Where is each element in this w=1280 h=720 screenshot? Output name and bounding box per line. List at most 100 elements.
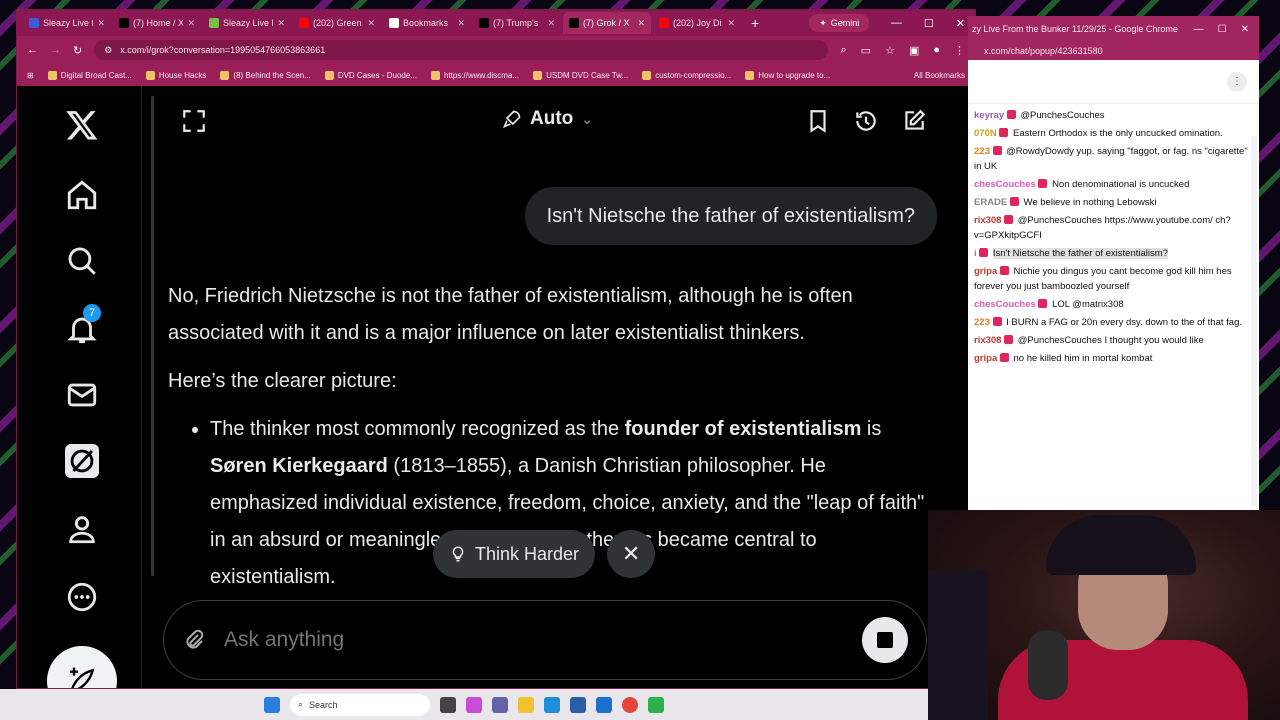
bookmark-icon[interactable] [805,108,831,134]
chat-username[interactable]: ERADE [974,197,1007,208]
main-browser-window: Sleazy Live f ✕ (7) Home / X ✕ Sleazy Live F… [16,9,976,689]
browser-tab[interactable]: Bookmarks ✕ [383,12,471,34]
address-bar-icons: ⌕ ▭ ☆ ▣ ● ⋮ [840,44,965,57]
chat-username[interactable]: gripa [974,353,997,364]
chat-username[interactable]: chesCouches [974,299,1036,310]
tab-close-icon[interactable]: ✕ [367,18,375,29]
task-view-icon[interactable] [440,696,456,713]
start-icon[interactable] [264,696,280,713]
chat-message: 223 I BURN a FAG or 20n every dsy. down … [974,315,1253,330]
chat-username[interactable]: keyray [974,110,1004,121]
chat-message: keyray @PunchesCouches [974,108,1253,123]
browser-tab[interactable]: (7) Grok / X ✕ [563,12,651,34]
browser-tab[interactable]: (202) Joy Di ✕ [653,12,741,34]
chat-maximize-button[interactable]: ☐ [1218,24,1227,35]
edge-icon[interactable] [544,696,560,713]
new-tab-button[interactable]: + [743,15,767,31]
chat-username[interactable]: chesCouches [974,179,1036,190]
chat-badge-icon [1038,299,1048,308]
menu-kebab-icon[interactable]: ⋮ [954,44,965,57]
back-icon[interactable]: ← [27,44,38,56]
teams-icon[interactable] [492,696,508,713]
list-bold-text: Søren Kierkegaard [210,455,388,477]
stop-generation-button[interactable] [862,617,908,663]
compose-post-button[interactable] [47,646,117,688]
history-icon[interactable] [853,108,879,134]
profile-icon[interactable]: ● [933,44,940,57]
messages-icon[interactable] [65,378,99,412]
tab-close-icon[interactable]: ✕ [547,18,555,29]
grok-icon[interactable] [65,444,99,478]
chat-username[interactable]: rix308 [974,215,1001,226]
extensions-icon[interactable]: ▣ [909,44,919,57]
think-harder-button[interactable]: Think Harder [433,530,596,578]
store-icon[interactable] [570,696,586,713]
bookmark-item[interactable]: DVD Cases - Duode... [324,70,417,80]
chat-minimize-button[interactable]: — [1194,24,1204,35]
forward-icon[interactable]: → [50,44,61,56]
chat-username[interactable]: i [974,248,977,259]
more-options-icon[interactable] [65,580,99,614]
paperclip-icon[interactable] [182,628,206,652]
chat-header: ⋮ [968,60,1259,104]
bookmark-item[interactable]: https://www.discma... [430,70,519,80]
chat-close-button[interactable]: ✕ [1241,24,1249,35]
url-field[interactable]: ⚙ x.com/i/grok?conversation=199505476605… [94,40,829,60]
chat-username[interactable]: 223 [974,317,990,328]
chrome-icon[interactable] [622,696,638,713]
close-icon[interactable]: ✕ [607,530,656,578]
webcam-feed [928,510,1280,720]
chat-scrollbar[interactable] [1251,136,1257,506]
bookmark-item[interactable]: Digital Broad Cast... [47,70,132,80]
bookmark-item[interactable]: USDM DVD Case Tw... [533,70,628,80]
site-info-icon[interactable]: ⚙ [104,45,112,56]
browser-tab[interactable]: Sleazy Live F ✕ [203,12,291,34]
bookmark-item[interactable]: House Hacks [145,70,206,80]
file-explorer-icon[interactable] [518,696,534,713]
sidebar-scrollbar[interactable] [151,96,154,576]
maximize-button[interactable]: ☐ [924,17,934,30]
browser-tab[interactable]: Sleazy Live f ✕ [23,12,111,34]
address-bar-row: ← → ↻ ⚙ x.com/i/grok?conversation=199505… [17,36,975,64]
tab-close-icon[interactable]: ✕ [457,18,465,29]
tab-close-icon[interactable]: ✕ [637,18,645,29]
close-window-button[interactable]: ✕ [956,17,965,30]
browser-tab[interactable]: (202) Green ✕ [293,12,381,34]
tab-close-icon[interactable]: ✕ [97,18,105,29]
app-icon[interactable] [648,696,664,713]
apps-grid-icon[interactable]: ⊞ [27,71,34,80]
taskbar-search[interactable]: ⌕ Search [290,693,430,716]
outlook-icon[interactable] [596,696,612,713]
profile-person-icon[interactable] [65,512,99,546]
copilot-icon[interactable] [466,696,482,713]
bookmark-item[interactable]: How to upgrade to... [745,70,830,80]
model-selector[interactable]: Auto ⌄ [502,108,593,130]
browser-tab[interactable]: (7) Trump's ✕ [473,12,561,34]
chat-username[interactable]: 223 [974,146,990,157]
tab-close-icon[interactable]: ✕ [187,18,195,29]
gemini-button[interactable]: ✦ Gemini [809,14,870,32]
chat-username[interactable]: gripa [974,266,997,277]
home-icon[interactable] [65,178,99,212]
cast-icon[interactable]: ▭ [861,44,871,57]
chat-username[interactable]: 070N [974,128,997,139]
ask-anything-input[interactable] [224,628,862,652]
x-logo-icon[interactable] [65,108,99,142]
minimize-button[interactable]: — [891,17,902,30]
tab-close-icon[interactable]: ✕ [727,18,735,29]
all-bookmarks-button[interactable]: All Bookmarks [914,71,965,80]
notifications-icon[interactable]: 7 [65,304,101,346]
bookmark-item[interactable]: (8) Behind the Scen... [220,70,311,80]
new-chat-icon[interactable] [901,108,927,134]
reload-icon[interactable]: ↻ [73,44,82,57]
chat-more-icon[interactable]: ⋮ [1227,72,1247,92]
bookmark-item[interactable]: custom-compressio... [642,70,731,80]
chat-username[interactable]: rix308 [974,335,1001,346]
bookmark-star-icon[interactable]: ☆ [885,44,895,57]
chat-url: x.com/chat/popup/423631580 [968,42,1259,60]
browser-tab[interactable]: (7) Home / X ✕ [113,12,201,34]
zoom-icon[interactable]: ⌕ [840,44,846,57]
tab-close-icon[interactable]: ✕ [277,18,285,29]
search-icon[interactable] [65,244,99,278]
expand-fullscreen-icon[interactable] [181,108,207,134]
